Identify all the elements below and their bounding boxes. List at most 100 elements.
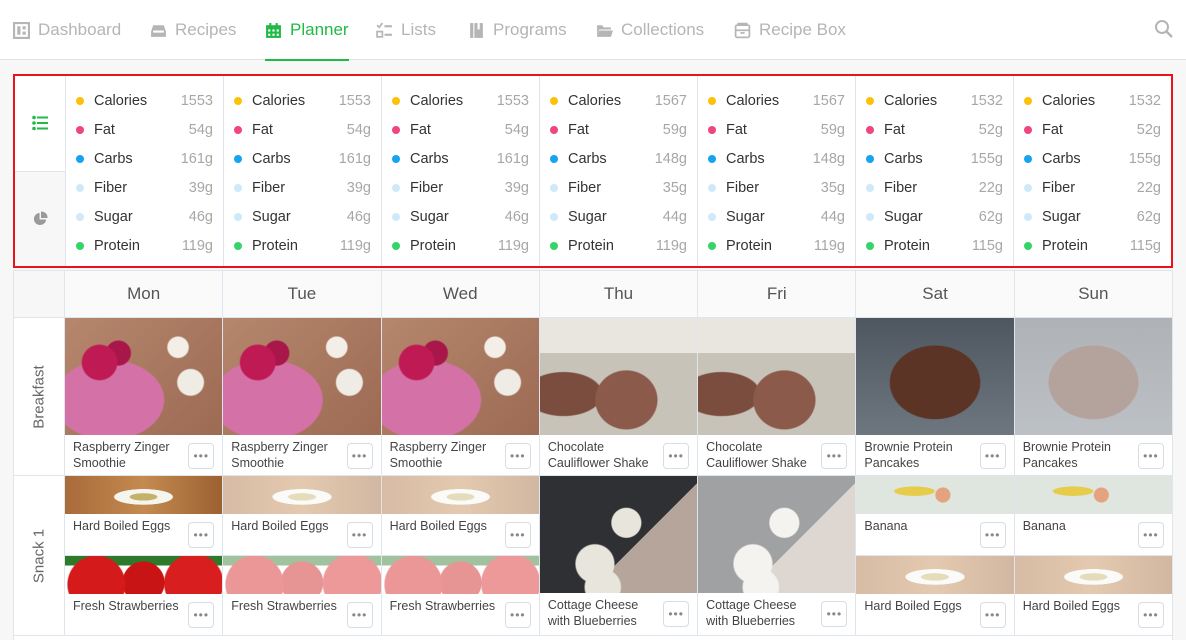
nav-lists[interactable]: Lists — [376, 0, 436, 60]
recipe-title[interactable]: Fresh Strawberries — [390, 599, 496, 613]
chart-view-button[interactable] — [15, 170, 65, 266]
sugar-dot — [392, 212, 400, 221]
nav-programs[interactable]: Programs — [468, 0, 567, 60]
recipe-card[interactable]: Chocolate Cauliflower Shake ••• — [698, 318, 856, 475]
nav-recipe-box[interactable]: Recipe Box — [734, 0, 846, 60]
recipe-image[interactable] — [1014, 556, 1172, 594]
more-options-button[interactable]: ••• — [821, 601, 848, 627]
recipe-title[interactable]: Raspberry Zinger Smoothie — [73, 440, 170, 470]
recipe-card[interactable]: Chocolate Cauliflower Shake ••• — [539, 318, 698, 475]
recipe-card[interactable]: Fresh Strawberries ••• — [381, 556, 539, 635]
more-options-button[interactable]: ••• — [188, 443, 215, 469]
recipe-image[interactable] — [65, 318, 223, 435]
more-options-button[interactable]: ••• — [979, 522, 1006, 548]
nutrient-value: 62g — [1136, 208, 1161, 225]
nutrient-label: Fiber — [252, 179, 286, 196]
more-options-button[interactable]: ••• — [1137, 443, 1164, 469]
more-options-button[interactable]: ••• — [346, 602, 373, 628]
recipe-image[interactable] — [223, 318, 381, 435]
more-options-button[interactable]: ••• — [979, 443, 1006, 469]
nutrient-row-sugar: Sugar 62g — [866, 202, 1003, 231]
recipe-caption: Hard Boiled Eggs ••• — [223, 514, 381, 555]
recipe-card[interactable]: Brownie Protein Pancakes ••• — [1014, 318, 1172, 475]
carbs-dot — [234, 154, 242, 163]
nutrition-day-wed: Calories 1553 Fat 54g Carbs 161g Fiber 39g Sugar… — [382, 76, 540, 266]
recipe-caption: Hard Boiled Eggs ••• — [381, 514, 539, 555]
recipe-card[interactable]: Raspberry Zinger Smoothie ••• — [381, 318, 539, 475]
nav-recipes[interactable]: Recipes — [150, 0, 236, 60]
recipe-title[interactable]: Brownie Protein Pancakes — [1023, 440, 1111, 470]
recipe-card[interactable]: Brownie Protein Pancakes ••• — [856, 318, 1014, 475]
recipe-card[interactable]: Banana ••• — [856, 476, 1014, 556]
recipe-title[interactable]: Brownie Protein Pancakes — [864, 440, 952, 470]
recipe-title[interactable]: Fresh Strawberries — [231, 599, 337, 613]
more-options-button[interactable]: ••• — [346, 443, 373, 469]
meal-label-text: Snack 1 — [30, 528, 48, 583]
recipe-card[interactable]: Hard Boiled Eggs ••• — [1014, 556, 1172, 635]
recipe-title[interactable]: Hard Boiled Eggs — [73, 519, 170, 533]
recipe-card[interactable]: Fresh Strawberries ••• — [223, 556, 381, 635]
recipe-image[interactable] — [1014, 318, 1172, 435]
recipe-title[interactable]: Raspberry Zinger Smoothie — [231, 440, 328, 470]
recipe-card[interactable]: Hard Boiled Eggs ••• — [223, 476, 381, 556]
nav-planner[interactable]: Planner — [265, 0, 349, 61]
recipe-image[interactable] — [1014, 476, 1172, 514]
recipe-title[interactable]: Fresh Strawberries — [73, 599, 179, 613]
list-view-button[interactable] — [15, 76, 65, 171]
recipe-card[interactable]: Hard Boiled Eggs ••• — [65, 476, 223, 556]
fiber-dot — [76, 183, 84, 192]
more-options-button[interactable]: ••• — [188, 602, 215, 628]
recipe-card[interactable]: Banana ••• — [1014, 476, 1172, 556]
recipe-image[interactable] — [381, 318, 539, 435]
recipe-image[interactable] — [539, 476, 698, 593]
search-icon[interactable] — [1154, 19, 1174, 39]
nutrient-label: Protein — [410, 237, 456, 254]
recipe-title[interactable]: Chocolate Cauliflower Shake — [706, 440, 807, 470]
recipe-title[interactable]: Banana — [1023, 519, 1066, 533]
more-options-button[interactable]: ••• — [504, 522, 531, 548]
more-options-button[interactable]: ••• — [979, 602, 1006, 628]
more-options-button[interactable]: ••• — [188, 522, 215, 548]
recipe-title[interactable]: Raspberry Zinger Smoothie — [390, 440, 487, 470]
more-options-button[interactable]: ••• — [504, 443, 531, 469]
recipe-card[interactable]: Raspberry Zinger Smoothie ••• — [65, 318, 223, 475]
more-options-button[interactable]: ••• — [1137, 522, 1164, 548]
recipe-title[interactable]: Hard Boiled Eggs — [231, 519, 328, 533]
nutrient-row-protein: Protein 119g — [234, 231, 371, 260]
recipe-image[interactable] — [856, 318, 1014, 435]
recipe-title[interactable]: Hard Boiled Eggs — [864, 599, 961, 613]
recipe-image[interactable] — [856, 556, 1014, 594]
recipe-image[interactable] — [539, 318, 698, 435]
recipe-image[interactable] — [698, 476, 856, 593]
recipe-image[interactable] — [856, 476, 1014, 514]
more-options-button[interactable]: ••• — [1137, 602, 1164, 628]
more-options-button[interactable]: ••• — [504, 602, 531, 628]
nav-dashboard[interactable]: Dashboard — [13, 0, 121, 60]
recipe-image[interactable] — [381, 476, 539, 514]
recipe-card[interactable]: Hard Boiled Eggs ••• — [381, 476, 539, 556]
recipe-image[interactable] — [223, 476, 381, 514]
more-options-button[interactable]: ••• — [821, 443, 848, 469]
recipe-card[interactable]: Cottage Cheese with Blueberries ••• — [698, 476, 856, 635]
nutrient-row-carbs: Carbs 161g — [392, 144, 529, 173]
recipe-title[interactable]: Hard Boiled Eggs — [1023, 599, 1120, 613]
recipe-title[interactable]: Chocolate Cauliflower Shake — [548, 440, 649, 470]
more-options-button[interactable]: ••• — [346, 522, 373, 548]
recipe-title[interactable]: Banana — [864, 519, 907, 533]
more-options-button[interactable]: ••• — [663, 443, 690, 469]
more-options-button[interactable]: ••• — [663, 601, 690, 627]
recipe-image[interactable] — [223, 556, 381, 594]
recipe-card[interactable]: Hard Boiled Eggs ••• — [856, 556, 1014, 635]
recipe-image[interactable] — [698, 318, 856, 435]
recipe-title[interactable]: Cottage Cheese with Blueberries — [706, 598, 796, 628]
recipe-title[interactable]: Cottage Cheese with Blueberries — [548, 598, 638, 628]
recipe-card[interactable]: Raspberry Zinger Smoothie ••• — [223, 318, 381, 475]
nav-collections[interactable]: Collections — [596, 0, 704, 60]
recipe-image[interactable] — [381, 556, 539, 594]
recipe-card[interactable]: Fresh Strawberries ••• — [65, 556, 223, 635]
recipe-image[interactable] — [65, 556, 223, 594]
recipe-card[interactable]: Cottage Cheese with Blueberries ••• — [539, 476, 698, 635]
nutrient-row-sugar: Sugar 44g — [550, 202, 687, 231]
recipe-title[interactable]: Hard Boiled Eggs — [390, 519, 487, 533]
recipe-image[interactable] — [65, 476, 223, 514]
